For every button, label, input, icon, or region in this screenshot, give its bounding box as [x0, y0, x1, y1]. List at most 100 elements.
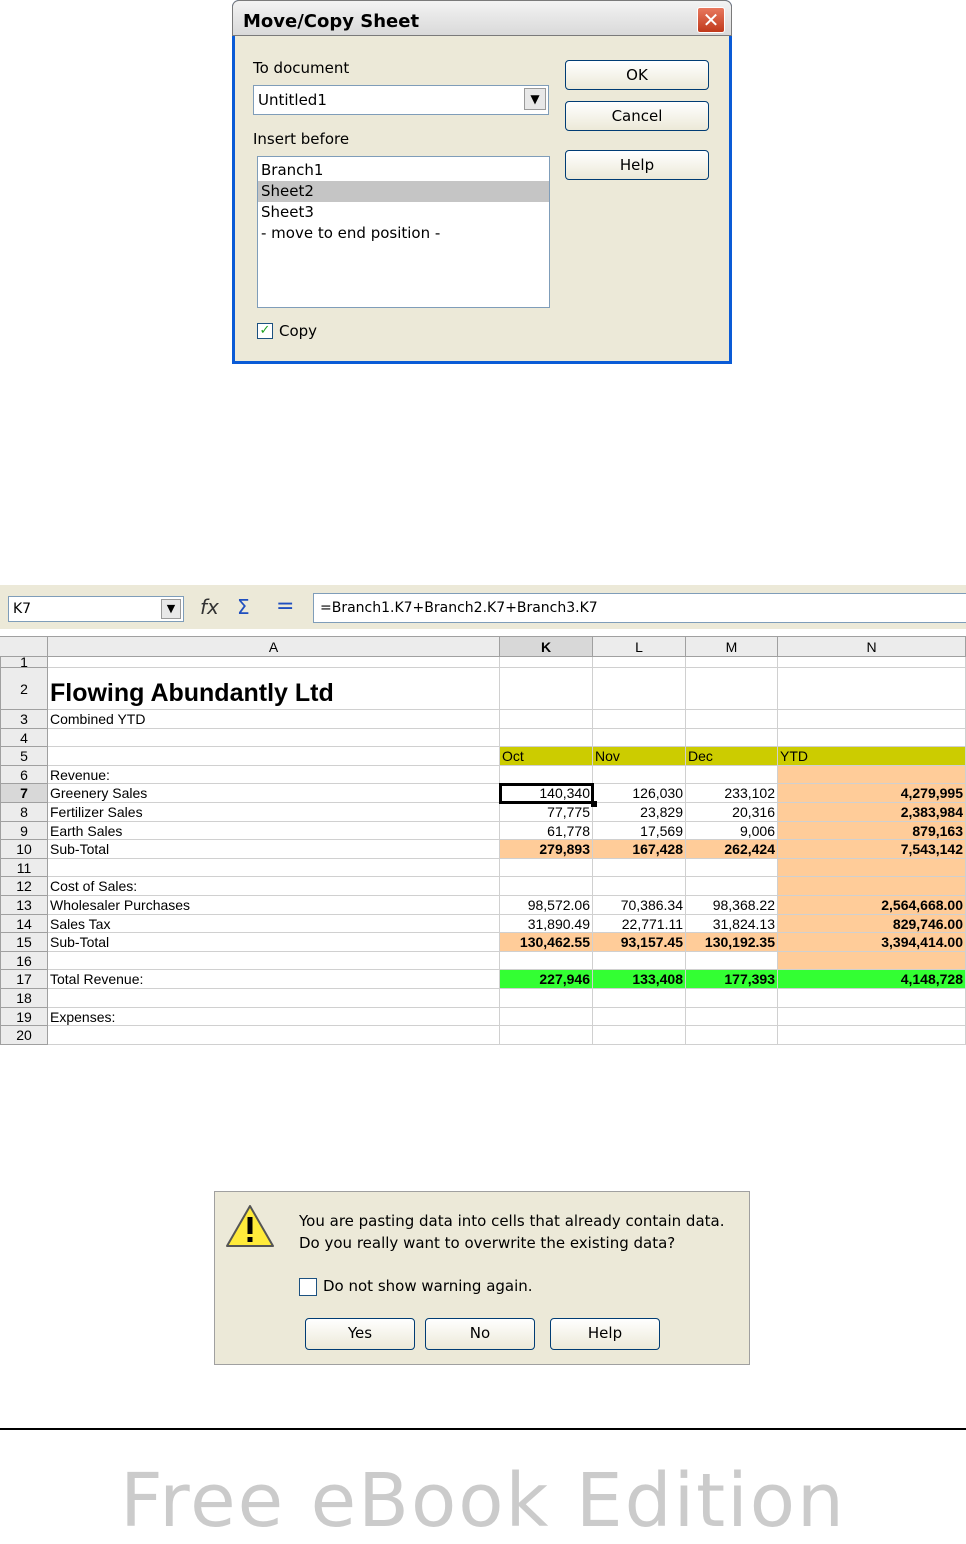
- cell-k12[interactable]: [500, 877, 593, 896]
- cell-m3[interactable]: [686, 710, 778, 729]
- cell-n9[interactable]: 879,163: [778, 821, 966, 841]
- row-header[interactable]: 1: [0, 655, 48, 669]
- cell-k7[interactable]: 140,340: [500, 784, 593, 803]
- cell-m18[interactable]: [686, 989, 778, 1008]
- cell-l20[interactable]: [593, 1026, 686, 1045]
- cell-n15[interactable]: 3,394,414.00: [778, 933, 966, 952]
- cell-m20[interactable]: [686, 1026, 778, 1045]
- cell-a11[interactable]: [48, 858, 500, 878]
- cell-a20[interactable]: [48, 1026, 500, 1045]
- cell-n17[interactable]: 4,148,728: [778, 970, 966, 989]
- cell-n20[interactable]: [778, 1026, 966, 1045]
- cell-m12[interactable]: [686, 877, 778, 896]
- cell-a9[interactable]: Earth Sales: [48, 821, 500, 841]
- cell-a16[interactable]: [48, 951, 500, 971]
- cell-m17[interactable]: 177,393: [686, 970, 778, 989]
- cell-k19[interactable]: [500, 1007, 593, 1027]
- cell-k5[interactable]: Oct: [500, 747, 593, 766]
- cell-a13[interactable]: Wholesaler Purchases: [48, 896, 500, 915]
- cell-l10[interactable]: 167,428: [593, 840, 686, 859]
- cell-l18[interactable]: [593, 989, 686, 1008]
- row-header[interactable]: 10: [0, 840, 48, 859]
- cell-m16[interactable]: [686, 951, 778, 971]
- cell-l14[interactable]: 22,771.11: [593, 914, 686, 934]
- cell-k16[interactable]: [500, 951, 593, 971]
- close-button[interactable]: ✕: [697, 7, 725, 33]
- cell-l12[interactable]: [593, 877, 686, 896]
- cell-n7[interactable]: 4,279,995: [778, 784, 966, 803]
- row-header[interactable]: 3: [0, 710, 48, 729]
- cell-l1[interactable]: [593, 657, 686, 668]
- cell-k17[interactable]: 227,946: [500, 970, 593, 989]
- name-box[interactable]: K7 ▼: [8, 596, 184, 622]
- row-header[interactable]: 7: [0, 784, 48, 803]
- cell-a3[interactable]: Combined YTD: [48, 710, 500, 729]
- cell-l4[interactable]: [593, 728, 686, 748]
- cell-l13[interactable]: 70,386.34: [593, 896, 686, 915]
- cell-m2[interactable]: [686, 668, 778, 710]
- cell-n12[interactable]: [778, 877, 966, 896]
- cell-m7[interactable]: 233,102: [686, 784, 778, 803]
- cell-n19[interactable]: [778, 1007, 966, 1027]
- cell-m13[interactable]: 98,368.22: [686, 896, 778, 915]
- help-button[interactable]: Help: [550, 1318, 660, 1350]
- cell-k15[interactable]: 130,462.55: [500, 933, 593, 952]
- row-header[interactable]: 8: [0, 803, 48, 822]
- cell-m9[interactable]: 9,006: [686, 821, 778, 841]
- row-header[interactable]: 4: [0, 728, 48, 748]
- cell-a14[interactable]: Sales Tax: [48, 914, 500, 934]
- cell-m6[interactable]: [686, 765, 778, 785]
- cell-l19[interactable]: [593, 1007, 686, 1027]
- cell-k8[interactable]: 77,775: [500, 803, 593, 822]
- cell-n4[interactable]: [778, 728, 966, 748]
- cell-m5[interactable]: Dec: [686, 747, 778, 766]
- help-button[interactable]: Help: [565, 150, 709, 180]
- row-header[interactable]: 11: [0, 858, 48, 878]
- cell-m11[interactable]: [686, 858, 778, 878]
- row-header[interactable]: 20: [0, 1026, 48, 1045]
- cell-l7[interactable]: 126,030: [593, 784, 686, 803]
- row-header[interactable]: 13: [0, 896, 48, 915]
- cell-l15[interactable]: 93,157.45: [593, 933, 686, 952]
- cell-l3[interactable]: [593, 710, 686, 729]
- cell-a4[interactable]: [48, 728, 500, 748]
- cell-k2[interactable]: [500, 668, 593, 710]
- cell-m1[interactable]: [686, 657, 778, 668]
- cell-l11[interactable]: [593, 858, 686, 878]
- row-header[interactable]: 12: [0, 877, 48, 896]
- cell-m15[interactable]: 130,192.35: [686, 933, 778, 952]
- column-header-a[interactable]: A: [48, 636, 500, 657]
- cell-a5[interactable]: [48, 747, 500, 766]
- cell-m14[interactable]: 31,824.13: [686, 914, 778, 934]
- cell-a18[interactable]: [48, 989, 500, 1008]
- function-icon[interactable]: =: [276, 594, 294, 619]
- copy-checkbox[interactable]: ✓: [257, 323, 273, 339]
- cell-a7[interactable]: Greenery Sales: [48, 784, 500, 803]
- cell-a19[interactable]: Expenses:: [48, 1007, 500, 1027]
- cell-n16[interactable]: [778, 951, 966, 971]
- row-header[interactable]: 2: [0, 668, 48, 710]
- cell-n3[interactable]: [778, 710, 966, 729]
- cell-a15[interactable]: Sub-Total: [48, 933, 500, 952]
- cell-k10[interactable]: 279,893: [500, 840, 593, 859]
- no-button[interactable]: No: [425, 1318, 535, 1350]
- cell-l16[interactable]: [593, 951, 686, 971]
- cell-n14[interactable]: 829,746.00: [778, 914, 966, 934]
- cell-a6[interactable]: Revenue:: [48, 765, 500, 785]
- cell-k18[interactable]: [500, 989, 593, 1008]
- cell-a8[interactable]: Fertilizer Sales: [48, 803, 500, 822]
- cell-a1[interactable]: [48, 657, 500, 668]
- cell-a2[interactable]: Flowing Abundantly Ltd: [48, 668, 500, 710]
- row-header[interactable]: 19: [0, 1007, 48, 1027]
- row-header[interactable]: 18: [0, 989, 48, 1008]
- cell-n2[interactable]: [778, 668, 966, 710]
- row-header[interactable]: 17: [0, 970, 48, 989]
- cell-l6[interactable]: [593, 765, 686, 785]
- cell-n8[interactable]: 2,383,984: [778, 803, 966, 822]
- row-header[interactable]: 6: [0, 765, 48, 785]
- cell-m8[interactable]: 20,316: [686, 803, 778, 822]
- chevron-down-icon[interactable]: ▼: [524, 88, 546, 110]
- ok-button[interactable]: OK: [565, 60, 709, 90]
- cell-m19[interactable]: [686, 1007, 778, 1027]
- cell-a10[interactable]: Sub-Total: [48, 840, 500, 859]
